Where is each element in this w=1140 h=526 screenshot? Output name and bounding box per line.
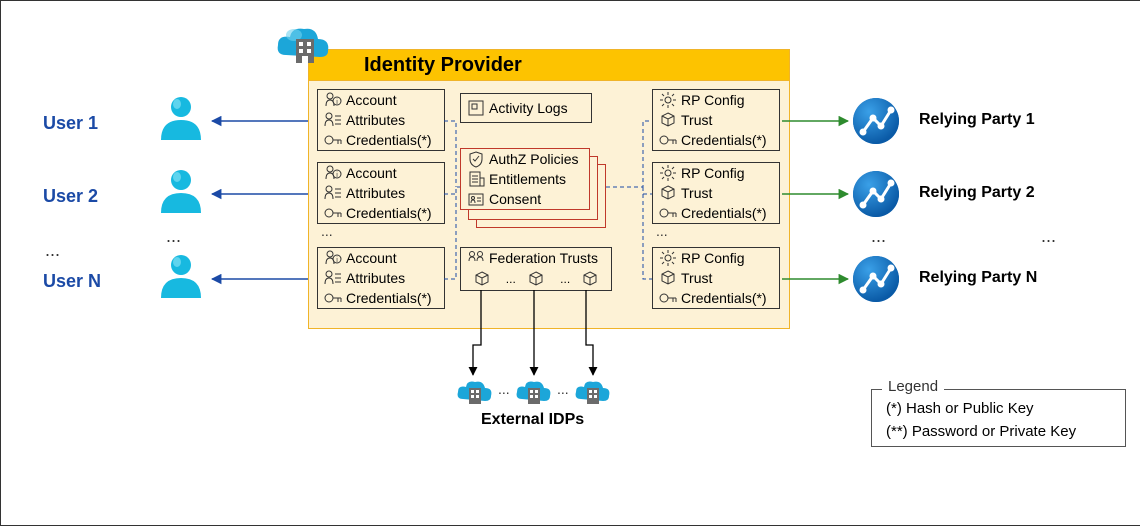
rp-1-label: Relying Party 1 — [919, 111, 1035, 129]
rp-2-label: Relying Party 2 — [919, 184, 1035, 202]
rp-icon-ellipsis: ... — [871, 226, 886, 247]
user-1-label: User 1 — [43, 113, 98, 134]
user-n-icon — [156, 253, 206, 303]
arrow-user2 — [206, 184, 316, 204]
arrow-rp2 — [780, 184, 855, 204]
user-2-icon — [156, 168, 206, 218]
arrow-rpN — [780, 269, 855, 289]
idp-title-bar: Identity Provider — [308, 49, 790, 81]
idp-cloud-icon — [274, 25, 336, 69]
rp-n-label: Relying Party N — [919, 269, 1037, 287]
rp-n-icon — [851, 254, 901, 304]
legend-title: Legend — [882, 378, 944, 395]
user-icon-ellipsis: ... — [166, 226, 181, 247]
federation-arrows — [441, 290, 641, 385]
rp-ellipsis-text: ... — [1041, 226, 1056, 247]
external-idps-label: External IDPs — [481, 411, 584, 429]
arrow-userN — [206, 269, 316, 289]
idp-title: Identity Provider — [309, 50, 789, 77]
user-1-icon — [156, 95, 206, 145]
legend-star1: (*) Hash or Public Key — [886, 400, 1111, 417]
rp-1-icon — [851, 96, 901, 146]
arrow-user1 — [206, 111, 316, 131]
legend-star2: (**) Password or Private Key — [886, 423, 1111, 440]
legend-box: Legend (*) Hash or Public Key (**) Passw… — [871, 389, 1126, 447]
user-2-label: User 2 — [43, 186, 98, 207]
arrow-rp1 — [780, 111, 855, 131]
rp-2-icon — [851, 169, 901, 219]
user-ellipsis: ... — [45, 240, 60, 261]
user-n-label: User N — [43, 271, 101, 292]
